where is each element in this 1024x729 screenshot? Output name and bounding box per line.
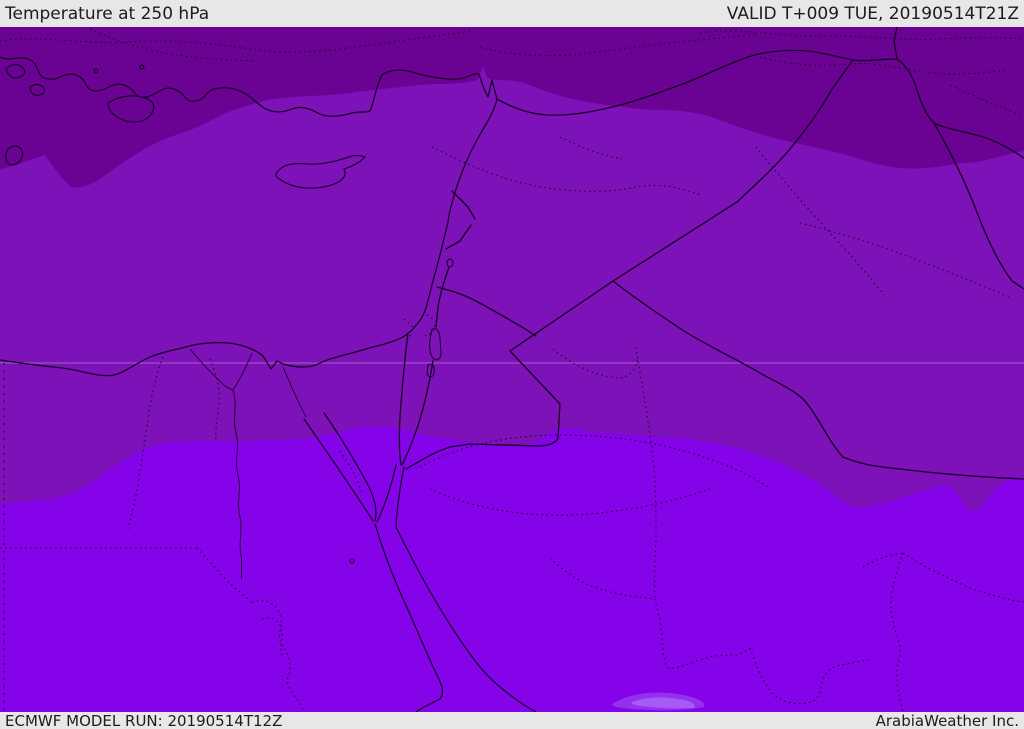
valid-time-label: VALID T+009 TUE, 20190514T21Z: [726, 3, 1019, 24]
footer-bar: ECMWF MODEL RUN: 20190514T12Z ArabiaWeat…: [0, 712, 1024, 729]
weather-map: [0, 27, 1024, 712]
model-run-label: ECMWF MODEL RUN: 20190514T12Z: [5, 711, 283, 729]
page-title: Temperature at 250 hPa: [5, 3, 210, 24]
weather-map-window: Temperature at 250 hPa VALID T+009 TUE, …: [0, 0, 1024, 729]
header-bar: Temperature at 250 hPa VALID T+009 TUE, …: [0, 0, 1024, 27]
credit-label: ArabiaWeather Inc.: [875, 711, 1019, 729]
temperature-map-canvas: [0, 27, 1024, 712]
